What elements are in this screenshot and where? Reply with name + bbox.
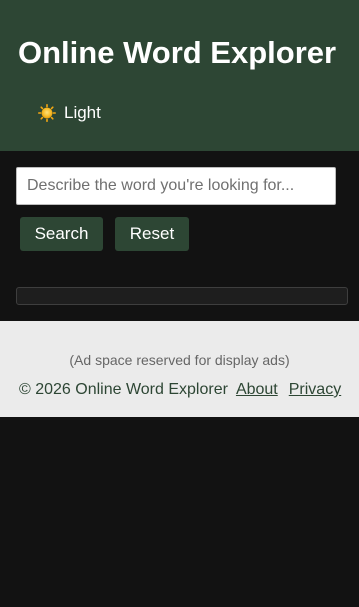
theme-toggle-label: Light: [64, 103, 101, 122]
site-title: Online Word Explorer: [18, 35, 337, 70]
footer-links-row: © 2026 Online Word Explorer About Privac…: [19, 381, 341, 399]
site-footer: (Ad space reserved for display ads) © 20…: [0, 321, 359, 417]
search-section: Search Reset: [0, 151, 359, 321]
theme-toggle-button[interactable]: Light: [36, 100, 103, 126]
copyright-text: © 2026 Online Word Explorer: [19, 381, 228, 398]
results-container: [16, 287, 348, 305]
ad-placeholder-text: (Ad space reserved for display ads): [69, 352, 290, 368]
search-button[interactable]: Search: [20, 217, 103, 251]
about-link[interactable]: About: [236, 381, 278, 399]
reset-button[interactable]: Reset: [115, 217, 189, 251]
sun-icon: [38, 104, 57, 123]
search-input[interactable]: [16, 167, 336, 205]
site-header: Online Word Explorer Light: [0, 0, 359, 151]
privacy-link[interactable]: Privacy: [289, 381, 341, 399]
